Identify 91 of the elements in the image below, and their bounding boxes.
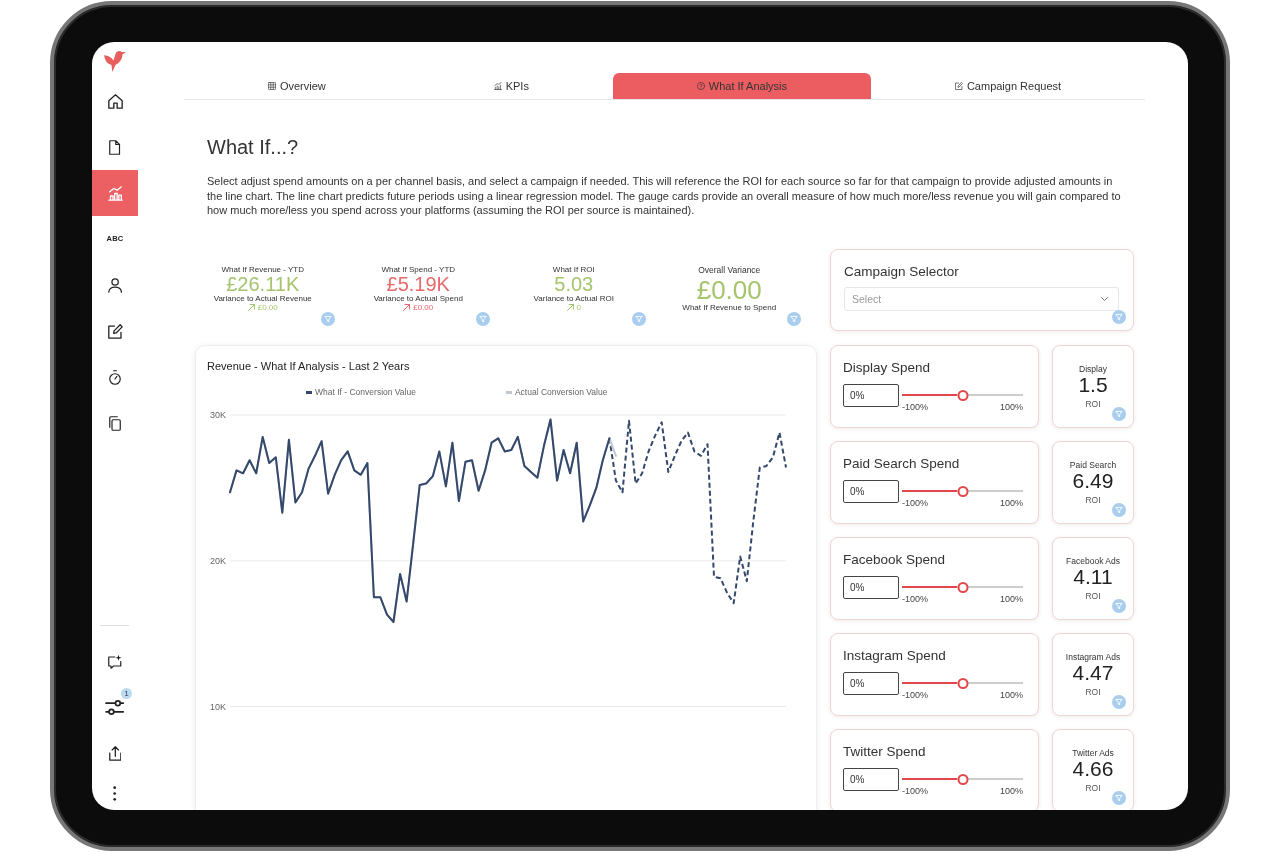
home-icon: [107, 93, 123, 109]
kpi-caption: Variance to Actual Spend: [372, 293, 464, 303]
roi-value: 4.11: [1072, 565, 1114, 588]
campaign-select[interactable]: Select: [844, 286, 1119, 311]
grid-icon: [267, 82, 276, 90]
more-icon: [113, 785, 117, 801]
kpi-caption: What If Revenue to Spend: [681, 302, 778, 313]
slider-thumb[interactable]: [957, 485, 968, 497]
slider-min-label: -100%: [902, 689, 928, 700]
slider-max-label: 100%: [999, 593, 1023, 604]
chart-icon: [493, 82, 502, 90]
slider-min-label: -100%: [902, 401, 928, 412]
spend-input[interactable]: 0%: [843, 479, 899, 503]
kpi-label: What If ROI: [551, 264, 596, 274]
arrow-up-right-icon: [403, 304, 411, 311]
page-title: What If...?: [207, 135, 300, 159]
slider-min-label: -100%: [902, 497, 928, 508]
roi-value: 4.47: [1072, 661, 1115, 684]
tab[interactable]: What If Analysis: [612, 73, 871, 99]
sliders-icon: [105, 699, 125, 715]
spend-input[interactable]: 0%: [843, 575, 899, 599]
chevron-down-icon: [1101, 296, 1108, 301]
slider-min-label: -100%: [902, 785, 928, 796]
kpi-value: £26.11K: [225, 273, 301, 294]
timer-icon: [109, 369, 121, 385]
tab[interactable]: KPIs: [409, 73, 613, 99]
legend-label[interactable]: Actual Conversion Value: [514, 386, 608, 399]
roi-caption: ROI: [1084, 494, 1102, 505]
card-title: Campaign Selector: [844, 262, 960, 280]
kpi-variance: 0: [576, 302, 581, 313]
roi-value: 1.5: [1077, 373, 1109, 396]
slider-thumb[interactable]: [957, 581, 968, 593]
roi-label: Instagram Ads: [1064, 651, 1122, 662]
arrow-up-right-icon: [247, 304, 255, 311]
slider-max-label: 100%: [999, 689, 1023, 700]
card-title: Facebook Spend: [843, 550, 947, 568]
slider-thumb[interactable]: [957, 677, 968, 689]
tab[interactable]: Campaign Request: [870, 73, 1145, 99]
roi-value: 4.66: [1071, 757, 1115, 780]
card-title: Instagram Spend: [843, 646, 947, 664]
card-title: Display Spend: [843, 358, 932, 376]
card-title: Paid Search Spend: [843, 454, 961, 472]
axis-tick-label: 10K: [210, 701, 226, 712]
chat-sparkle-icon: [108, 653, 122, 669]
roi-caption: ROI: [1084, 590, 1102, 601]
roi-label: Paid Search: [1068, 459, 1118, 470]
roi-caption: ROI: [1084, 782, 1102, 793]
kpi-value: 5.03: [553, 273, 595, 294]
axis-tick-label: 20K: [210, 555, 226, 566]
kpi-variance: £0.00: [257, 302, 278, 313]
slider-thumb[interactable]: [957, 773, 968, 785]
slider-max-label: 100%: [999, 785, 1023, 796]
roi-value: 6.49: [1071, 469, 1115, 492]
kpi-title: Overall Variance: [697, 264, 762, 275]
kpi-caption: Variance to Actual ROI: [532, 293, 615, 303]
roi-label: Display: [1078, 363, 1108, 374]
chart-icon: [107, 185, 123, 201]
axis-tick-label: 30K: [210, 409, 226, 420]
document-icon: [109, 139, 121, 155]
legend-label[interactable]: What If - Conversion Value: [315, 386, 416, 399]
copy-icon: [109, 415, 121, 431]
slider-max-label: 100%: [999, 401, 1023, 412]
slider-max-label: 100%: [999, 497, 1023, 508]
tab[interactable]: Overview: [184, 73, 410, 99]
help-icon: [696, 82, 705, 90]
edit-icon: [107, 323, 123, 339]
spend-input[interactable]: 0%: [843, 671, 899, 695]
kpi-caption: Variance to Actual Revenue: [212, 293, 313, 303]
spend-input[interactable]: 0%: [843, 383, 899, 407]
edit-icon: [954, 82, 963, 90]
roi-caption: ROI: [1084, 686, 1102, 697]
roi-caption: ROI: [1084, 398, 1102, 409]
roi-label: Twitter Ads: [1071, 747, 1115, 758]
slider-thumb[interactable]: [957, 389, 968, 401]
bird-logo: [103, 50, 127, 72]
kpi-variance: £0.00: [413, 302, 434, 313]
legend-swatch-icon: [505, 391, 512, 394]
user-icon: [107, 277, 123, 293]
roi-label: Facebook Ads: [1065, 555, 1121, 566]
kpi-label: What If Spend - YTD: [380, 264, 457, 274]
chart-title: Revenue - What If Analysis - Last 2 Years: [207, 358, 411, 373]
kpi-value: £0.00: [695, 276, 763, 303]
card-title: Twitter Spend: [843, 742, 927, 760]
page-description: Select adjust spend amounts on a per channel basis, and select a campaign if needed. This will reference the ROI for each source so far for that campaign to provide adjusted amounts in the line chart. The line chart predicts future periods using a linear regression model. The gauge cards provide an overall measure of how much more/less revenue you will gain compared to how much more/less you spend across your platforms (assuming the ROI per source is maintained).: [207, 174, 1122, 218]
legend-swatch-icon: [306, 391, 312, 394]
share-icon: [108, 745, 122, 761]
spend-input[interactable]: 0%: [843, 767, 899, 791]
kpi-label: What If Revenue - YTD: [220, 264, 306, 274]
arrow-up-right-icon: [566, 304, 574, 311]
kpi-value: £5.19K: [385, 273, 451, 294]
slider-min-label: -100%: [902, 593, 928, 604]
